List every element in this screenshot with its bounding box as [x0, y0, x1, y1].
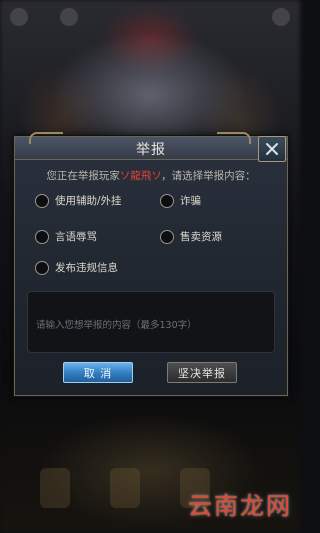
cancel-button[interactable]: 取 消: [63, 362, 133, 383]
prompt-text: ，请选择举报内容：: [161, 170, 256, 182]
input-placeholder: 请输入您想举报的内容（最多130字）: [36, 320, 197, 331]
hud-slot: [110, 468, 140, 508]
radio-button[interactable]: [35, 229, 49, 244]
option-label: 售卖资源: [180, 231, 222, 243]
watermark-text: 云南龙网: [188, 492, 292, 520]
radio-button[interactable]: [160, 229, 174, 244]
option-cheating[interactable]: 使用辅助/外挂: [35, 193, 122, 208]
report-text-input[interactable]: 请输入您想举报的内容（最多130字）: [27, 291, 275, 353]
report-dialog: 举报 您正在举报玩家ソ龍飛ソ，请选择举报内容： 使用辅助/外挂 诈骗 言语辱骂 …: [14, 132, 288, 396]
option-selling-resources[interactable]: 售卖资源: [160, 229, 222, 244]
option-abuse[interactable]: 言语辱骂: [35, 229, 97, 244]
hud-icon: [60, 8, 78, 26]
player-name: ソ龍飛ソ: [119, 170, 162, 182]
option-fraud[interactable]: 诈骗: [160, 193, 201, 208]
option-label: 发布违规信息: [55, 262, 118, 274]
report-prompt: 您正在举报玩家ソ龍飛ソ，请选择举报内容：: [15, 168, 287, 183]
option-label: 使用辅助/外挂: [55, 195, 122, 207]
option-label: 诈骗: [180, 195, 201, 207]
hud-icon: [272, 8, 290, 26]
radio-button[interactable]: [35, 260, 49, 275]
top-hud: [10, 8, 290, 30]
close-button[interactable]: [258, 136, 286, 162]
option-label: 言语辱骂: [55, 231, 97, 243]
radio-button[interactable]: [160, 193, 174, 208]
dialog-title: 举报: [136, 142, 166, 158]
option-violating-info[interactable]: 发布违规信息: [35, 260, 118, 275]
radio-button[interactable]: [35, 193, 49, 208]
hud-icon: [10, 8, 28, 26]
close-icon: [266, 143, 278, 155]
confirm-report-button[interactable]: 坚决举报: [167, 362, 237, 383]
prompt-text: 您正在举报玩家: [46, 170, 120, 182]
hud-slot: [40, 468, 70, 508]
dialog-title-bar: 举报: [15, 132, 287, 162]
